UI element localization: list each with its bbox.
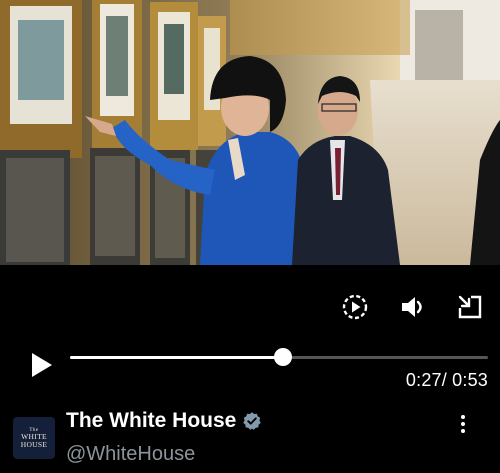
avatar[interactable]: The WHITE HOUSE (13, 417, 55, 459)
account-name[interactable]: The White House (66, 409, 236, 433)
account-name-row[interactable]: The White House (66, 409, 262, 433)
more-options-button[interactable] (456, 414, 470, 434)
fullscreen-exit-icon[interactable] (455, 292, 485, 322)
current-time: 0:27 (405, 370, 442, 390)
play-icon (32, 353, 52, 377)
volume-icon[interactable] (398, 292, 428, 322)
more-vertical-icon (461, 415, 465, 433)
avatar-text-line3: HOUSE (20, 439, 48, 449)
progress-scrubber[interactable] (274, 348, 293, 366)
video-frame (0, 0, 500, 265)
autoplay-icon[interactable] (340, 292, 370, 322)
progress-bar[interactable] (70, 348, 488, 366)
play-button[interactable] (26, 350, 56, 380)
progress-fill (70, 356, 284, 359)
duration: 0:53 (452, 370, 488, 390)
verified-badge-icon (243, 412, 262, 430)
video-player[interactable] (0, 0, 500, 265)
account-handle[interactable]: @WhiteHouse (66, 443, 195, 466)
time-display: 0:27/ 0:53 (405, 370, 488, 390)
